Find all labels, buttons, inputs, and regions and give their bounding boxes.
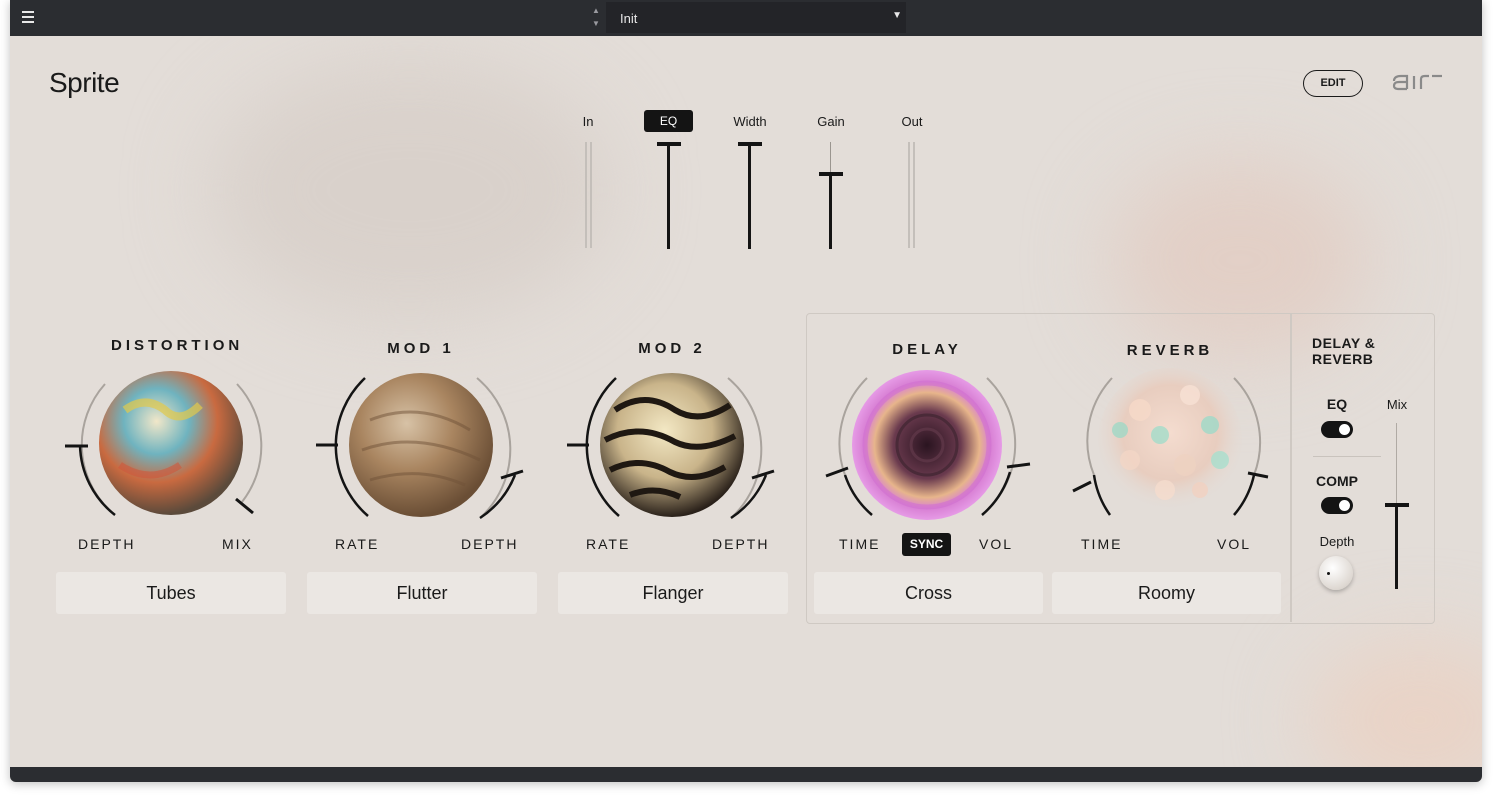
mix-label: Mix <box>1386 397 1408 412</box>
distortion-sphere <box>99 371 243 515</box>
toggle-knob <box>1339 424 1350 435</box>
distortion-mix-label: MIX <box>222 536 253 552</box>
mod1-rate-label: RATE <box>335 536 380 552</box>
comp-label: COMP <box>1316 473 1358 489</box>
edit-button[interactable]: EDIT <box>1303 70 1363 97</box>
eq-toggle-button[interactable]: EQ <box>644 110 693 132</box>
eq-label: EQ <box>1326 396 1348 412</box>
chevron-down-icon[interactable]: ▼ <box>892 10 902 21</box>
plugin-title: Sprite <box>49 67 120 98</box>
mod1-type-button[interactable]: Flutter <box>307 572 537 614</box>
up-down-arrows-icon[interactable]: ▲ ▼ <box>590 4 602 30</box>
input-meter-right <box>590 142 592 248</box>
mod1-title: MOD 1 <box>387 340 455 357</box>
preset-name: Init <box>620 11 638 26</box>
mod1-sphere <box>349 373 493 517</box>
knob-indicator <box>1327 572 1330 575</box>
mod2-type-button[interactable]: Flanger <box>558 572 788 614</box>
output-meter-left <box>908 142 910 248</box>
mix-slider-track[interactable] <box>1395 505 1398 589</box>
delay-reverb-title-line1: DELAY & <box>1312 335 1376 351</box>
gain-slider-rail <box>830 142 831 174</box>
divider <box>1313 456 1381 457</box>
output-meter-right <box>913 142 915 248</box>
gain-slider-track[interactable] <box>829 174 832 249</box>
mod2-rate-label: RATE <box>586 536 631 552</box>
mix-slider-rail <box>1396 423 1397 505</box>
eq-toggle[interactable] <box>1321 421 1353 438</box>
distortion-type-button[interactable]: Tubes <box>56 572 286 614</box>
eq-slider-handle[interactable] <box>657 142 681 146</box>
mix-slider-handle[interactable] <box>1385 503 1409 507</box>
background-blob <box>210 60 610 320</box>
delay-reverb-title: DELAY & REVERB <box>1312 335 1375 367</box>
hamburger-icon[interactable] <box>22 11 34 23</box>
width-slider-track[interactable] <box>748 142 751 249</box>
gain-slider-handle[interactable] <box>819 172 843 176</box>
comp-toggle[interactable] <box>1321 497 1353 514</box>
delay-reverb-title-line2: REVERB <box>1312 351 1374 367</box>
input-label: In <box>582 114 594 129</box>
gain-label: Gain <box>817 114 845 129</box>
depth-label: Depth <box>1319 534 1355 549</box>
mod1-depth-label: DEPTH <box>461 536 519 552</box>
toggle-knob <box>1339 500 1350 511</box>
output-label: Out <box>901 114 923 129</box>
distortion-title: DISTORTION <box>111 337 244 354</box>
depth-knob[interactable] <box>1319 556 1353 590</box>
plugin-window: ▲ ▼ Init ▼ Sprite EDIT In EQ Width Gain … <box>10 0 1482 782</box>
panel-divider <box>1290 314 1292 622</box>
width-label: Width <box>733 114 767 129</box>
input-meter-left <box>585 142 587 248</box>
preset-next-button[interactable]: ▼ <box>590 17 602 30</box>
preset-previous-button[interactable]: ▲ <box>590 4 602 17</box>
distortion-depth-label: DEPTH <box>78 536 136 552</box>
top-toolbar: ▲ ▼ Init ▼ <box>10 0 1482 36</box>
mod2-title: MOD 2 <box>638 340 706 357</box>
eq-slider-track[interactable] <box>667 142 670 249</box>
air-logo-icon <box>1392 74 1442 91</box>
width-slider-handle[interactable] <box>738 142 762 146</box>
preset-selector[interactable]: Init ▼ <box>606 2 906 33</box>
bottom-bar <box>10 767 1482 782</box>
mod2-depth-label: DEPTH <box>712 536 770 552</box>
background-blob <box>1310 640 1482 782</box>
